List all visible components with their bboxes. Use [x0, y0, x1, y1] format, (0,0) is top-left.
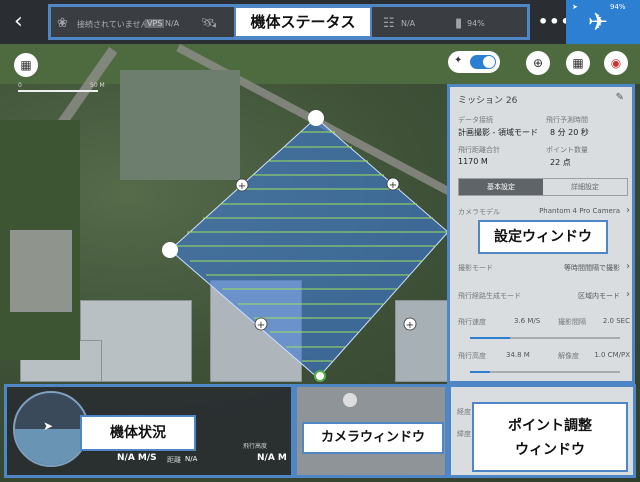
route-mode-row[interactable]: 飛行経路生成モード 区域内モード ›: [458, 289, 630, 305]
fly-battery: 94%: [610, 3, 626, 11]
altitude-row: 飛行高度 34.8 M 解像度 1.0 CM/PX: [458, 351, 630, 365]
gsd-label: 解像度: [558, 352, 579, 360]
attitude-indicator: ➤: [13, 391, 89, 467]
distance-label: 飛行距離合計: [458, 146, 500, 154]
camera-value: Phantom 4 Pro Camera: [539, 207, 620, 215]
altitude-slider-fill: [470, 371, 490, 373]
settings-tabs: 基本設定 詳細設定: [458, 178, 628, 196]
svg-text:+: +: [389, 180, 397, 191]
svg-text:+: +: [257, 320, 265, 331]
target-icon: ◉: [610, 56, 622, 70]
drone-icon: ❀: [57, 16, 68, 31]
floppy-icon: ▦: [20, 58, 32, 72]
speed-label: 飛行速度: [458, 318, 486, 326]
locate-button[interactable]: ⊕: [526, 51, 550, 75]
chevron-right-icon: ›: [626, 289, 630, 300]
point-adjust-annotation: ポイント調整 ウィンドウ: [472, 402, 628, 472]
chevron-right-icon: ›: [626, 205, 630, 216]
camera-label: カメラモデル: [458, 208, 500, 216]
height-value: N/A M: [257, 453, 287, 463]
shoot-mode-row[interactable]: 撮影モード 等時間間隔で撮影 ›: [458, 261, 630, 277]
horizon: [15, 429, 87, 465]
speed-value: 3.6 M/S: [514, 317, 541, 325]
data-source-label: データ接続: [458, 116, 493, 124]
airplane-icon: ✈: [588, 8, 609, 36]
data-source-value: 計画撮影 - 領域モード: [458, 128, 538, 137]
speed-row: 飛行速度 3.6 M/S 撮影間隔 2.0 SEC: [458, 317, 630, 331]
aircraft-annotation: 機体状況: [80, 415, 196, 451]
gsd-value: 1.0 CM/PX: [594, 351, 630, 359]
interval-label: 撮影間隔: [558, 318, 586, 326]
scale-right: 50 M: [90, 82, 105, 89]
route-value: 区域内モード: [578, 292, 620, 300]
satellite-icon: 🛰: [201, 16, 218, 31]
tab-detail[interactable]: 詳細設定: [543, 179, 627, 195]
vertex-handle-top[interactable]: [308, 110, 324, 126]
map-layer-icon: ▦: [572, 56, 584, 70]
compass-button[interactable]: ◉: [604, 51, 628, 75]
vps-value: N/A: [165, 19, 180, 28]
gps-status: 接続されていません: [77, 20, 149, 29]
tab-basic[interactable]: 基本設定: [459, 179, 543, 195]
vertex-handle-left[interactable]: [162, 242, 178, 258]
distance-label-bottom: 距離: [167, 456, 181, 464]
altitude-label: 飛行高度: [458, 352, 486, 360]
h-speed-value: N/A M/S: [117, 453, 157, 463]
speed-slider-fill: [470, 337, 510, 339]
scale-bar: [18, 90, 98, 92]
top-bar: ‹ ❀ 接続されていません VPS N/A 🛰 ☷ N/A ▮ 94% 機体ステ…: [0, 0, 640, 44]
crosshair-icon: ⊕: [532, 56, 544, 70]
camera-row[interactable]: カメラモデル Phantom 4 Pro Camera ›: [458, 205, 630, 221]
est-time-value: 8 分 20 秒: [550, 128, 589, 137]
altitude-slider[interactable]: [470, 371, 620, 373]
scale-left: 0: [18, 82, 22, 89]
point-label-1: 経度: [457, 408, 471, 416]
aircraft-heading-icon: ➤: [43, 419, 54, 433]
signal-icon: ➤: [572, 3, 578, 11]
rc-value: N/A: [401, 19, 416, 28]
save-mission-button[interactable]: ▦: [14, 53, 38, 77]
vertex-handle-bottom[interactable]: [314, 370, 326, 382]
battery-value: 94%: [467, 19, 485, 28]
points-label: ポイント数量: [546, 146, 588, 154]
distance-value: 1170 M: [458, 157, 488, 166]
pencil-icon[interactable]: ✎: [616, 92, 624, 103]
app-screen: + + + + ‹ ❀ 接続されていません VPS N/A 🛰 ☷ N/A ▮ 94%…: [0, 0, 640, 482]
map-mode-toggle[interactable]: ✦: [448, 51, 500, 73]
toggle-switch[interactable]: [470, 55, 496, 69]
shoot-mode-label: 撮影モード: [458, 264, 493, 272]
camera-annotation: カメラウィンドウ: [302, 422, 444, 454]
camera-lens-icon: [343, 393, 357, 407]
survey-polygon[interactable]: [169, 117, 449, 379]
point-label-2: 緯度: [457, 430, 471, 438]
shoot-mode-value: 等時間間隔で撮影: [564, 264, 620, 272]
fly-button[interactable]: ➤ 94% ✈: [566, 0, 640, 44]
drone-small-icon: ✦: [454, 55, 463, 66]
map-scale: 0 50 M: [18, 82, 105, 92]
chevron-right-icon: ›: [626, 261, 630, 272]
route-label: 飛行経路生成モード: [458, 292, 521, 300]
points-value: 22 点: [550, 158, 571, 167]
mission-title: ミッション 26: [458, 96, 518, 106]
est-time-label: 飛行予測時間: [546, 116, 588, 124]
status-annotation: 機体ステータス: [234, 6, 372, 38]
height-label: 飛行高度: [243, 443, 268, 450]
battery-icon: ▮: [455, 16, 463, 31]
speed-slider[interactable]: [470, 337, 620, 339]
interval-value: 2.0 SEC: [602, 317, 630, 325]
vps-label: VPS: [145, 19, 165, 28]
map-layer-button[interactable]: ▦: [566, 51, 590, 75]
distance-value-bottom: N/A: [185, 455, 198, 463]
svg-text:+: +: [238, 181, 246, 192]
chevron-left-icon[interactable]: ‹: [14, 9, 23, 34]
remote-controller-icon: ☷: [383, 16, 395, 31]
altitude-value: 34.8 M: [506, 351, 530, 359]
settings-annotation: 設定ウィンドウ: [478, 220, 608, 254]
svg-text:+: +: [406, 320, 414, 331]
